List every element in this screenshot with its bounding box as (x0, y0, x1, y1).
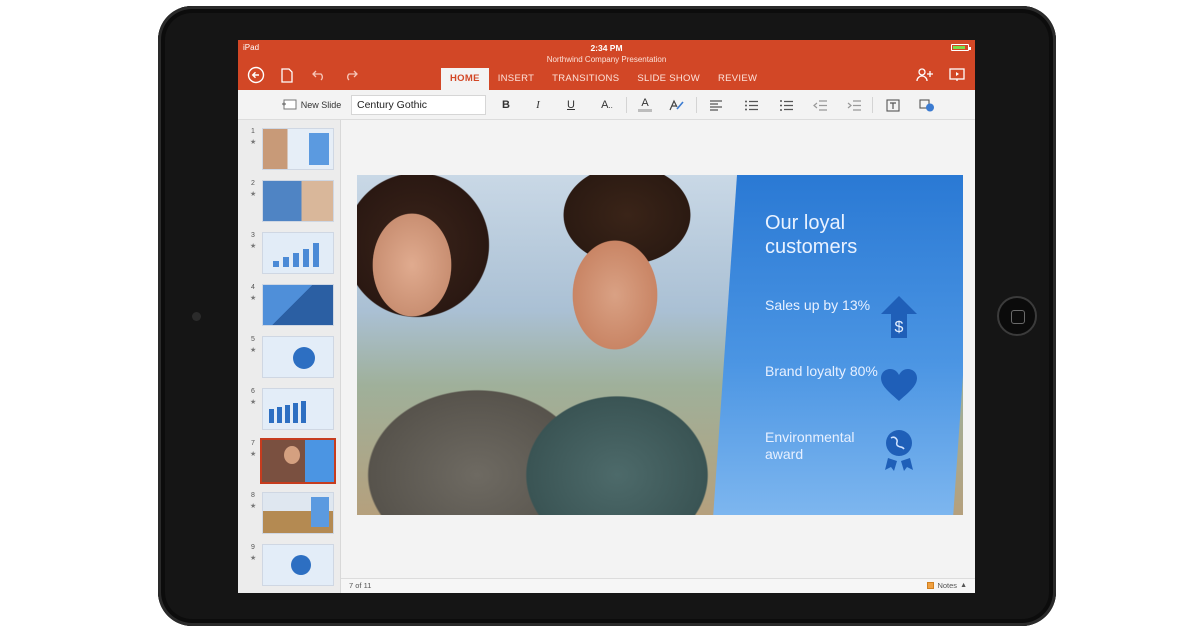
underline-button[interactable]: U (561, 90, 581, 120)
present-icon[interactable] (946, 65, 968, 85)
new-slide-icon (281, 99, 297, 110)
slide-position: 7 of 11 (349, 581, 372, 590)
slide-star-icon: ★ (250, 347, 257, 354)
slide-thumbnail[interactable]: 8 ★ (238, 492, 341, 542)
battery-icon (951, 44, 971, 51)
slide-star-icon: ★ (250, 555, 257, 562)
slide-preview (262, 284, 334, 326)
slide-thumbnail[interactable]: 6 ★ (238, 388, 341, 438)
slide-number: 7 (251, 440, 255, 447)
slide-preview (262, 492, 334, 534)
slide-canvas[interactable]: Our loyal customers Sales up by 13% $ Br… (341, 120, 975, 578)
divider (626, 97, 627, 113)
slide-preview (262, 128, 334, 170)
slide-preview (262, 336, 334, 378)
ribbon-tabs: HOME INSERT TRANSITIONS SLIDE SHOW REVIE… (441, 68, 766, 90)
tab-transitions[interactable]: TRANSITIONS (543, 68, 628, 90)
stat-text[interactable]: Environmental award (765, 429, 885, 463)
divider (696, 97, 697, 113)
tab-review[interactable]: REVIEW (709, 68, 766, 90)
slide-preview (262, 232, 334, 274)
home-button[interactable] (997, 296, 1037, 336)
slide-thumbnails-panel[interactable]: 1 ★ 2 ★ 3 ★ 4 ★ 5 ★ 6 ★ 7 ★ 8 ★ 9 ★ (238, 120, 341, 593)
font-color-label: A (641, 97, 649, 109)
current-slide[interactable]: Our loyal customers Sales up by 13% $ Br… (357, 175, 963, 515)
share-person-icon[interactable] (914, 65, 936, 85)
undo-icon[interactable] (310, 65, 328, 85)
font-color-button[interactable]: A (634, 90, 656, 120)
slide-number: 1 (251, 128, 255, 135)
align-left-icon[interactable] (706, 90, 726, 120)
slide-star-icon: ★ (250, 503, 257, 510)
font-name-field[interactable]: Century Gothic (351, 95, 486, 115)
italic-button[interactable]: I (528, 90, 548, 120)
notes-icon (927, 582, 935, 589)
slide-thumbnail[interactable]: 9 ★ (238, 544, 341, 593)
font-color-bar (638, 109, 652, 112)
slide-thumbnail[interactable]: 2 ★ (238, 180, 341, 230)
slide-number: 2 (251, 180, 255, 187)
back-icon[interactable] (246, 65, 266, 85)
slide-number: 6 (251, 388, 255, 395)
bold-button[interactable]: B (496, 90, 516, 120)
new-slide-label: New Slide (300, 100, 342, 110)
tab-insert[interactable]: INSERT (489, 68, 543, 90)
slide-number: 8 (251, 492, 255, 499)
new-slide-button[interactable]: New Slide (276, 90, 346, 120)
stat-text[interactable]: Sales up by 13% (765, 297, 885, 314)
slide-title[interactable]: Our loyal customers (765, 211, 915, 259)
slide-thumbnail[interactable]: 3 ★ (238, 232, 341, 282)
numbering-icon[interactable] (776, 90, 796, 120)
title-bar: iPad 2:34 PM Northwind Company Presentat… (238, 40, 975, 90)
shapes-icon[interactable] (916, 90, 938, 120)
front-camera (192, 312, 201, 321)
slide-preview (262, 544, 334, 586)
slide-star-icon: ★ (250, 139, 257, 146)
slide-star-icon: ★ (250, 451, 257, 458)
font-size-label: A (601, 99, 609, 111)
slide-thumbnail[interactable]: 5 ★ (238, 336, 341, 386)
slide-number: 3 (251, 232, 255, 239)
chevron-up-icon: ▲ (960, 582, 967, 589)
slide-preview (262, 180, 334, 222)
svg-text:$: $ (895, 319, 904, 336)
app-screen: iPad 2:34 PM Northwind Company Presentat… (238, 40, 975, 593)
dollar-up-arrow-icon: $ (877, 293, 921, 341)
globe-award-icon (879, 427, 919, 473)
stat-text[interactable]: Brand loyalty 80% (765, 363, 885, 380)
bullets-icon[interactable] (741, 90, 761, 120)
slide-preview (260, 438, 336, 484)
slide-star-icon: ★ (250, 243, 257, 250)
status-bar: 7 of 11 Notes ▲ (341, 578, 975, 593)
notes-button[interactable]: Notes ▲ (927, 581, 967, 590)
highlight-icon[interactable] (666, 90, 688, 120)
slide-thumbnail[interactable]: 1 ★ (238, 128, 341, 178)
decrease-indent-icon[interactable] (810, 90, 830, 120)
tab-home[interactable]: HOME (441, 68, 489, 90)
increase-indent-icon[interactable] (844, 90, 864, 120)
file-icon[interactable] (278, 65, 296, 85)
status-time: 2:34 PM (590, 43, 623, 53)
slide-number: 9 (251, 544, 255, 551)
slide-thumbnail[interactable]: 4 ★ (238, 284, 341, 334)
slide-star-icon: ★ (250, 399, 257, 406)
slide-star-icon: ★ (250, 295, 257, 302)
slide-star-icon: ★ (250, 191, 257, 198)
tab-slide-show[interactable]: SLIDE SHOW (628, 68, 709, 90)
slide-number: 4 (251, 284, 255, 291)
slide-number: 5 (251, 336, 255, 343)
divider (872, 97, 873, 113)
document-title: Northwind Company Presentation (546, 55, 667, 64)
redo-icon[interactable] (342, 65, 360, 85)
font-size-button[interactable]: A.. (594, 90, 620, 120)
slide-preview (262, 388, 334, 430)
text-box-icon[interactable] (883, 90, 903, 120)
heart-icon (877, 365, 921, 405)
notes-label: Notes (937, 581, 958, 590)
ribbon-toolbar: New Slide Century Gothic B I U A.. A (238, 90, 975, 120)
slide-thumbnail-active[interactable]: 7 ★ (238, 438, 341, 490)
